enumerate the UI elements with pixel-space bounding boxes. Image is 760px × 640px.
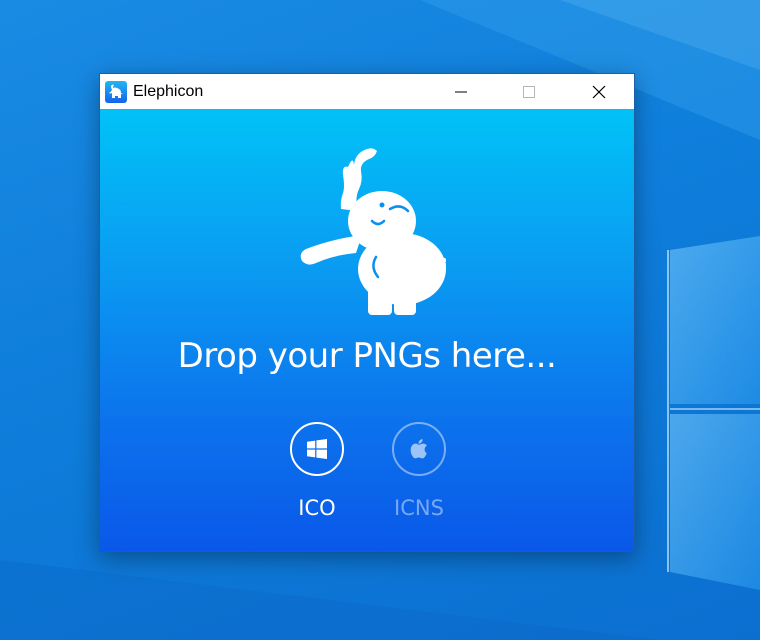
format-icns-ring xyxy=(392,422,446,476)
format-ico-label: ICO xyxy=(298,496,336,520)
close-icon xyxy=(592,85,606,98)
drop-prompt: Drop your PNGs here... xyxy=(177,336,557,376)
windows-icon xyxy=(307,439,327,459)
drop-zone[interactable]: Drop your PNGs here... ICO ICNS xyxy=(100,109,634,551)
desktop: Elephicon Drop your PNGs here... ICO ICN… xyxy=(0,0,760,640)
elephant-icon xyxy=(105,81,127,103)
minimize-icon xyxy=(455,91,467,92)
elephant-logo xyxy=(300,148,446,315)
minimize-button[interactable] xyxy=(438,74,484,109)
title-bar[interactable]: Elephicon xyxy=(100,74,634,109)
format-ico-ring xyxy=(290,422,344,476)
apple-icon xyxy=(410,439,427,459)
format-icns-button[interactable]: ICNS xyxy=(379,422,459,520)
format-icns-label: ICNS xyxy=(394,496,444,520)
maximize-button[interactable] xyxy=(506,74,552,109)
window-title: Elephicon xyxy=(133,83,204,100)
format-ico-button[interactable]: ICO xyxy=(277,422,357,520)
close-button[interactable] xyxy=(576,74,622,109)
app-window: Elephicon Drop your PNGs here... ICO ICN… xyxy=(99,73,635,552)
maximize-icon xyxy=(523,85,535,98)
